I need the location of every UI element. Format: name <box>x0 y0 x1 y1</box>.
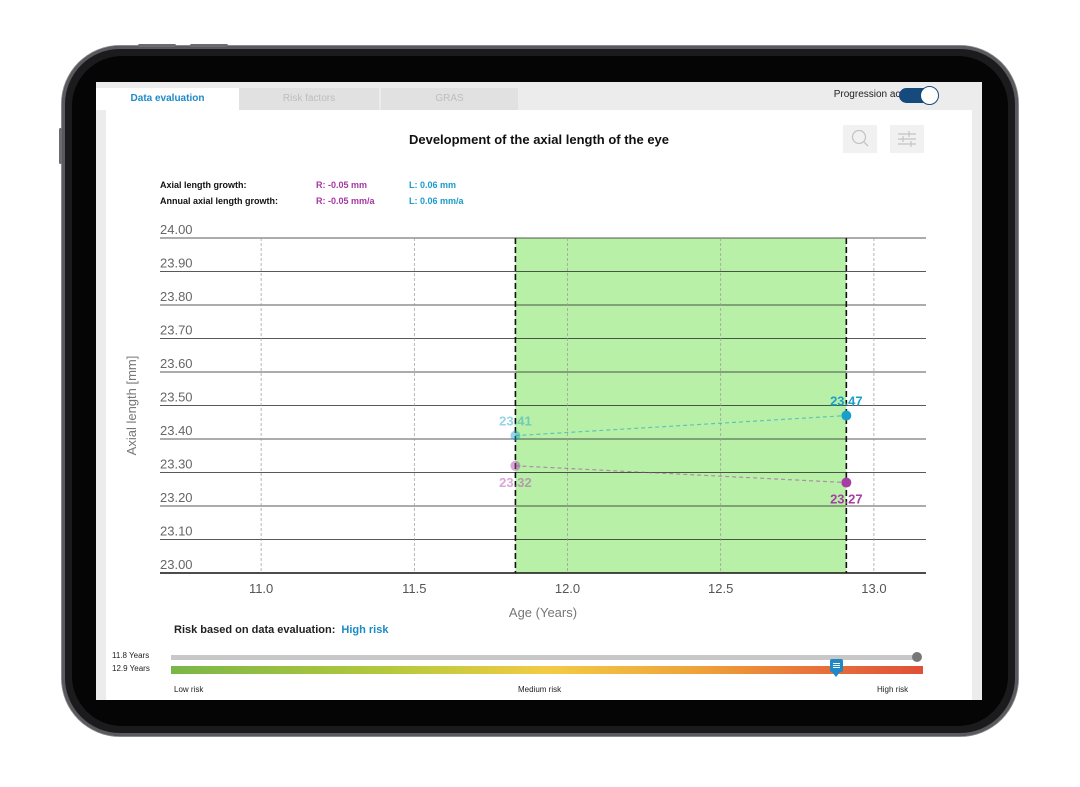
data-label-L: 23.41 <box>499 414 532 429</box>
y-tick-label: 23.50 <box>160 390 193 405</box>
data-point-R <box>510 460 521 471</box>
side-button <box>59 128 62 164</box>
data-point-L <box>841 410 852 421</box>
app-screen: Data evaluation Risk factors GRAS Progre… <box>96 82 982 700</box>
volume-button <box>190 44 228 47</box>
data-evaluation-panel: Development of the axial length of the e… <box>106 110 972 700</box>
y-tick-label: 23.20 <box>160 490 193 505</box>
bar-label-start: 11.8 Years <box>112 651 150 660</box>
y-tick-label: 23.60 <box>160 356 193 371</box>
y-tick-label: 23.00 <box>160 557 193 572</box>
x-tick-label: 11.0 <box>249 581 273 596</box>
x-tick-label: 12.0 <box>555 581 580 596</box>
volume-button <box>138 44 176 47</box>
y-tick-label: 23.80 <box>160 289 193 304</box>
risk-gradient-bar <box>171 666 923 674</box>
tab-gras[interactable]: GRAS <box>381 88 518 110</box>
toggle-knob <box>920 86 939 105</box>
risk-label: Risk based on data evaluation: <box>174 624 336 636</box>
y-tick-label: 23.10 <box>160 524 193 539</box>
data-point-L <box>510 430 521 441</box>
time-range-handle[interactable] <box>912 652 922 662</box>
y-tick-label: 24.00 <box>160 222 193 237</box>
risk-scale-medium: Medium risk <box>518 685 562 694</box>
data-label-L: 23.47 <box>830 394 863 409</box>
risk-summary: Risk based on data evaluation: High risk <box>174 624 388 636</box>
y-tick-label: 23.90 <box>160 256 193 271</box>
y-tick-label: 23.40 <box>160 423 193 438</box>
y-tick-label: 23.70 <box>160 323 193 338</box>
time-range-bar <box>171 655 913 660</box>
risk-value: High risk <box>341 624 389 636</box>
y-axis-label: Axial length [mm] <box>124 356 139 456</box>
risk-scale-high: High risk <box>877 685 909 694</box>
data-point-R <box>841 477 852 488</box>
bar-label-end: 12.9 Years <box>112 664 150 673</box>
risk-scale-low: Low risk <box>174 685 204 694</box>
tab-data-evaluation[interactable]: Data evaluation <box>96 88 239 110</box>
x-axis-label: Age (Years) <box>509 605 577 620</box>
x-tick-label: 11.5 <box>402 581 426 596</box>
tab-bar: Data evaluation Risk factors GRAS Progre… <box>96 82 982 110</box>
risk-marker[interactable] <box>830 659 844 677</box>
x-tick-label: 12.5 <box>708 581 733 596</box>
data-label-R: 23.32 <box>499 475 532 490</box>
tab-risk-factors[interactable]: Risk factors <box>239 88 379 110</box>
data-label-R: 23.27 <box>830 492 863 507</box>
y-tick-label: 23.30 <box>160 457 193 472</box>
x-tick-label: 13.0 <box>861 581 886 596</box>
axial-length-chart: 24.00 23.90 23.80 23.70 23.60 23.50 23.40 23.30… <box>124 222 926 620</box>
progression-toggle[interactable] <box>899 86 939 105</box>
